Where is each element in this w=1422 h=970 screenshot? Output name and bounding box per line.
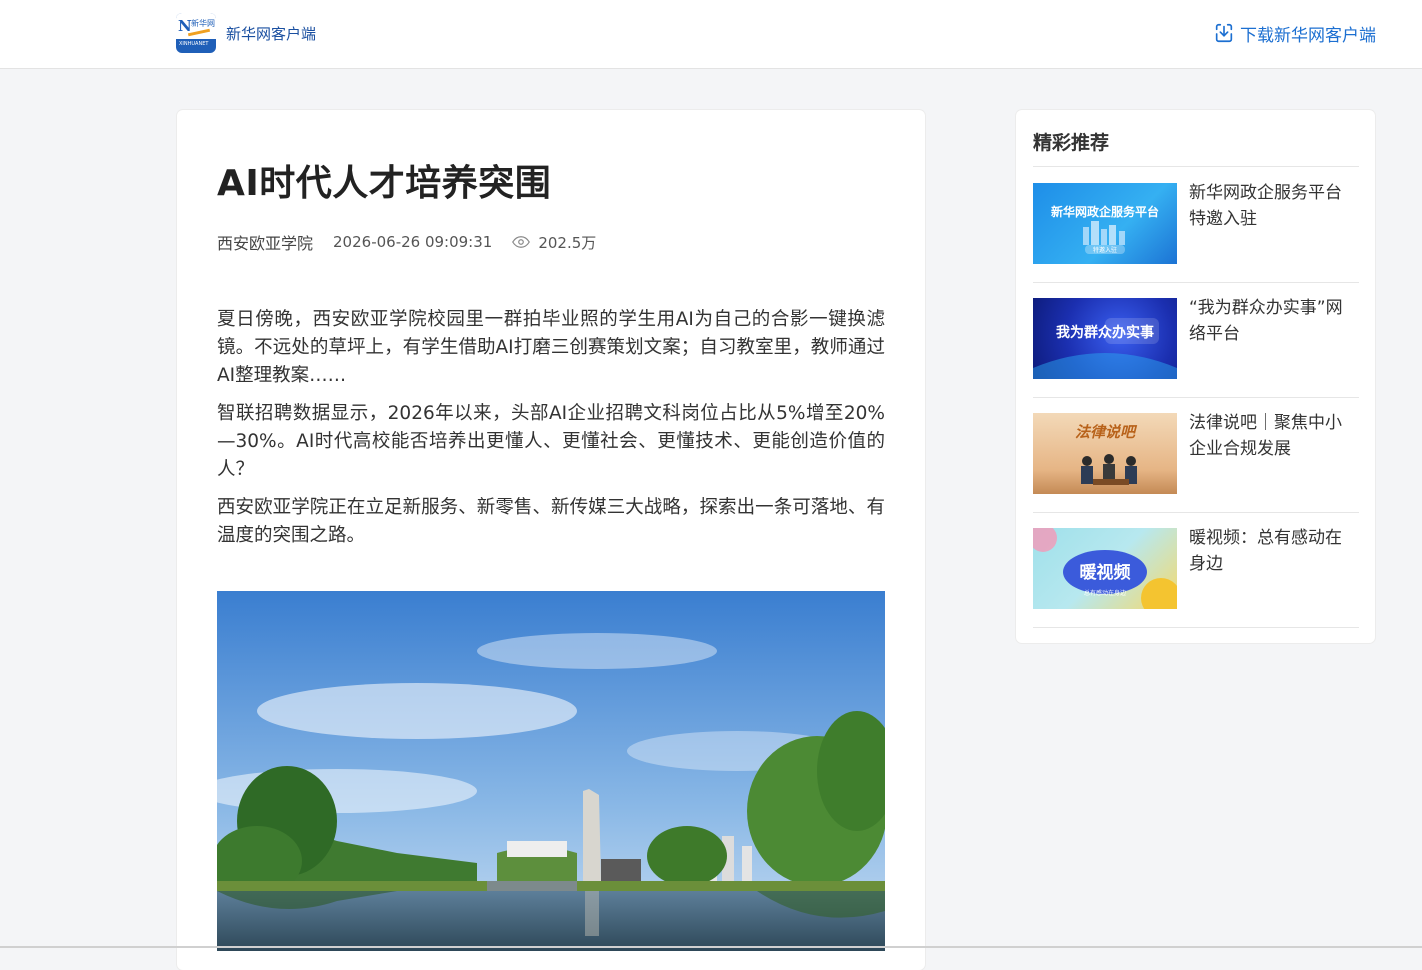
recommend-item[interactable]: 新华网政企服务平台 特邀入驻 新华网政企服务平台特邀入驻 (1033, 167, 1359, 283)
brand-name[interactable]: 新华网客户端 (226, 23, 316, 44)
thumb-title: 法律说吧 (1074, 423, 1135, 441)
thumb-title: 我为群众办实事 (1056, 325, 1154, 341)
thumb-subtitle: 特邀入驻 (1092, 247, 1117, 254)
article-body: 夏日傍晚，西安欧亚学院校园里一群拍毕业照的学生用AI为自己的合影一键换滤镜。不远… (217, 306, 885, 560)
article-paragraph: 智联招聘数据显示，2026年以来，头部AI企业招聘文科岗位占比从5%增至20%—… (217, 403, 885, 480)
xinhuanet-logo[interactable]: N 新华网 XINHUANET (176, 13, 216, 53)
recommend-item[interactable]: 法律说吧 法律说吧｜聚焦中小企业合规发展 (1033, 397, 1359, 513)
thumb-subtitle: 总有感动在身边 (1083, 590, 1126, 597)
article-meta: 西安欧亚学院 2026-06-26 09:09:31 202.5万 (217, 230, 596, 254)
recommend-text: 法律说吧｜聚焦中小企业合规发展 (1189, 413, 1342, 459)
article-time: 2026-06-26 09:09:31 (333, 233, 493, 251)
recommend-text: 暖视频：总有感动在身边 (1189, 528, 1342, 574)
recommend-text: 新华网政企服务平台特邀入驻 (1189, 183, 1342, 229)
article-title: AI时代人才培养突围 (217, 163, 552, 204)
recommend-thumbnail: 我为群众办实事 (1033, 298, 1177, 379)
recommend-thumbnail: 暖视频 总有感动在身边 (1033, 528, 1177, 609)
article-source: 西安欧亚学院 (217, 234, 314, 253)
recommend-panel: 精彩推荐 新华网政企服务平台 特邀入驻 新华网政企服务平台特邀入驻 我为群众办实… (1016, 110, 1375, 643)
top-bar: N 新华网 XINHUANET 新华网客户端 下载新华网客户端 (0, 0, 1422, 69)
recommend-item[interactable]: 暖视频 总有感动在身边 暖视频：总有感动在身边 (1033, 512, 1359, 628)
recommend-title: 精彩推荐 (1033, 132, 1110, 154)
logo-cn-text: 新华网 (191, 19, 215, 28)
campus-photo (217, 591, 885, 951)
recommend-thumbnail: 新华网政企服务平台 特邀入驻 (1033, 183, 1177, 264)
recommend-text: “我为群众办实事”网络平台 (1189, 298, 1343, 344)
thumb-title: 暖视频 (1079, 563, 1131, 583)
recommend-thumbnail: 法律说吧 (1033, 413, 1177, 494)
article-paragraph: 夏日傍晚，西安欧亚学院校园里一群拍毕业照的学生用AI为自己的合影一键换滤镜。不远… (217, 309, 885, 386)
recommend-item[interactable]: 我为群众办实事 “我为群众办实事”网络平台 (1033, 282, 1359, 398)
view-count: 202.5万 (538, 233, 597, 252)
download-icon (1215, 23, 1233, 43)
logo-en-text: XINHUANET (179, 41, 209, 47)
download-app-link[interactable]: 下载新华网客户端 (1213, 20, 1376, 46)
download-label: 下载新华网客户端 (1240, 25, 1376, 46)
eye-icon (512, 236, 531, 248)
article-paragraph: 西安欧亚学院正在立足新服务、新零售、新传媒三大战略，探索出一条可落地、有温度的突… (217, 497, 885, 546)
article-card: AI时代人才培养突围 西安欧亚学院 2026-06-26 09:09:31 20… (177, 110, 925, 970)
